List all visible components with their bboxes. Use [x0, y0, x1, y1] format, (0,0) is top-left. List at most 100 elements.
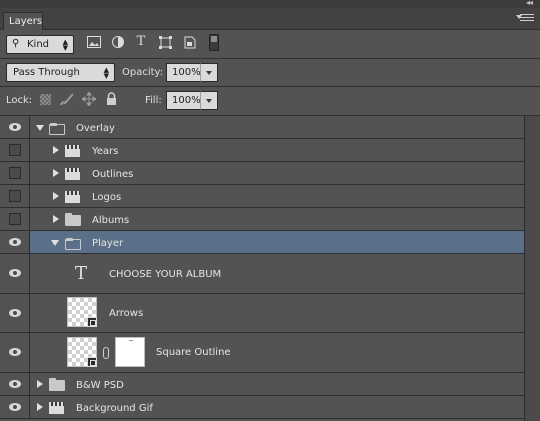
- lock-transparency-icon[interactable]: [40, 94, 51, 105]
- filter-kind-label: Kind: [27, 39, 50, 50]
- shape-filter-icon[interactable]: [157, 36, 173, 52]
- layer-row-arrows[interactable]: Arrows: [0, 294, 524, 333]
- visibility-toggle[interactable]: [0, 208, 30, 230]
- lock-label: Lock:: [6, 95, 33, 106]
- visibility-toggle[interactable]: [0, 231, 30, 253]
- chevron-updown-icon: ▲ ▼: [103, 66, 109, 80]
- folder-icon: [65, 238, 81, 250]
- visibility-toggle[interactable]: [0, 254, 30, 293]
- eye-icon: [9, 380, 21, 388]
- eye-icon: [9, 348, 21, 356]
- link-chain-icon[interactable]: [103, 347, 109, 359]
- layer-name: Player: [92, 238, 124, 249]
- layer-row-background-gif[interactable]: Background Gif: [0, 396, 524, 419]
- visibility-toggle[interactable]: [0, 333, 30, 372]
- divider: [0, 58, 540, 59]
- visibility-toggle[interactable]: [0, 162, 30, 184]
- layer-name: Outlines: [92, 169, 134, 180]
- layer-row-outlines[interactable]: Outlines: [0, 162, 524, 185]
- opacity-label: Opacity:: [122, 67, 164, 78]
- folder-icon: [65, 213, 81, 226]
- visibility-toggle[interactable]: [0, 396, 30, 418]
- visibility-toggle[interactable]: [0, 116, 30, 138]
- layer-row-choose-your-album[interactable]: T CHOOSE YOUR ALBUM: [0, 254, 524, 294]
- filter-toggle-icon[interactable]: [206, 34, 222, 51]
- layers-scrollbar[interactable]: [524, 116, 540, 421]
- layer-row-logos[interactable]: Logos: [0, 185, 524, 208]
- expand-triangle-icon[interactable]: [37, 380, 43, 388]
- tab-layers[interactable]: Layers: [3, 12, 43, 30]
- pixel-filter-icon[interactable]: [86, 36, 102, 52]
- layer-thumbnail: [67, 297, 97, 327]
- layer-name: Logos: [92, 192, 122, 203]
- smart-object-filter-icon[interactable]: [182, 36, 198, 52]
- expand-triangle-icon[interactable]: [37, 403, 43, 411]
- layer-row-overlay[interactable]: Overlay: [0, 116, 524, 139]
- video-group-icon: [49, 402, 64, 414]
- search-icon: ⚲: [12, 38, 20, 49]
- layer-name: Years: [92, 146, 119, 157]
- smart-object-badge-icon: [87, 357, 97, 367]
- smart-object-badge-icon: [87, 317, 97, 327]
- video-group-icon: [65, 191, 80, 203]
- expand-triangle-icon[interactable]: [53, 215, 59, 223]
- panel-tab-bar: Layers: [0, 8, 540, 30]
- layer-name: B&W PSD: [76, 380, 124, 391]
- hidden-box-icon: [9, 167, 21, 179]
- panel-top-strip: ◂◂: [0, 0, 540, 8]
- chevron-updown-icon: ▲ ▼: [62, 38, 68, 52]
- blend-mode-value: Pass Through: [13, 67, 80, 78]
- layer-name: Albums: [92, 215, 130, 226]
- fill-slider-button[interactable]: [200, 91, 218, 110]
- collapse-panel-icon[interactable]: ◂◂: [526, 0, 533, 7]
- blend-mode-dropdown[interactable]: Pass Through ▲ ▼: [6, 63, 115, 82]
- layer-row-player[interactable]: Player: [0, 231, 524, 254]
- expand-triangle-icon[interactable]: [53, 146, 59, 154]
- layer-name: Overlay: [76, 123, 115, 134]
- visibility-toggle[interactable]: [0, 185, 30, 207]
- layer-name: Background Gif: [76, 403, 153, 414]
- visibility-toggle[interactable]: [0, 139, 30, 161]
- layer-row-square-outline[interactable]: Square Outline: [0, 333, 524, 373]
- visibility-toggle[interactable]: [0, 373, 30, 395]
- folder-icon: [49, 378, 65, 391]
- opacity-slider-button[interactable]: [200, 63, 218, 82]
- eye-icon: [9, 309, 21, 317]
- hidden-box-icon: [9, 190, 21, 202]
- eye-icon: [9, 123, 21, 131]
- expand-triangle-icon[interactable]: [36, 125, 44, 131]
- expand-triangle-icon[interactable]: [53, 169, 59, 177]
- folder-icon: [49, 123, 65, 135]
- lock-position-icon[interactable]: [81, 91, 97, 109]
- hidden-box-icon: [9, 213, 21, 225]
- lock-all-icon[interactable]: [106, 92, 117, 109]
- layer-row-albums[interactable]: Albums: [0, 208, 524, 231]
- layer-row-years[interactable]: Years: [0, 139, 524, 162]
- opacity-input[interactable]: 100%: [166, 63, 201, 82]
- divider: [0, 86, 540, 87]
- eye-icon: [9, 238, 21, 246]
- panel-menu-icon[interactable]: [516, 14, 534, 24]
- adjustment-filter-icon[interactable]: [110, 36, 126, 52]
- layer-name: CHOOSE YOUR ALBUM: [109, 269, 222, 280]
- layers-list: Overlay Years Outlines Logos Albums Play…: [0, 116, 524, 421]
- fill-input[interactable]: 100%: [166, 91, 201, 110]
- eye-icon: [9, 403, 21, 411]
- visibility-toggle[interactable]: [0, 294, 30, 332]
- lock-paint-icon[interactable]: [60, 92, 74, 109]
- video-group-icon: [65, 145, 80, 157]
- eye-icon: [9, 269, 21, 277]
- hidden-box-icon: [9, 144, 21, 156]
- video-group-icon: [65, 168, 80, 180]
- fill-label: Fill:: [145, 95, 162, 106]
- layer-row-bw-psd[interactable]: B&W PSD: [0, 373, 524, 396]
- expand-triangle-icon[interactable]: [51, 240, 59, 246]
- type-filter-icon[interactable]: T: [133, 34, 149, 50]
- layer-thumbnail: [67, 337, 97, 367]
- expand-triangle-icon[interactable]: [53, 192, 59, 200]
- layer-mask-thumbnail[interactable]: [115, 337, 145, 367]
- layer-name: Square Outline: [156, 347, 231, 358]
- layer-name: Arrows: [109, 308, 144, 319]
- type-layer-icon: T: [75, 263, 88, 284]
- filter-kind-dropdown[interactable]: ⚲ Kind ▲ ▼: [6, 35, 74, 54]
